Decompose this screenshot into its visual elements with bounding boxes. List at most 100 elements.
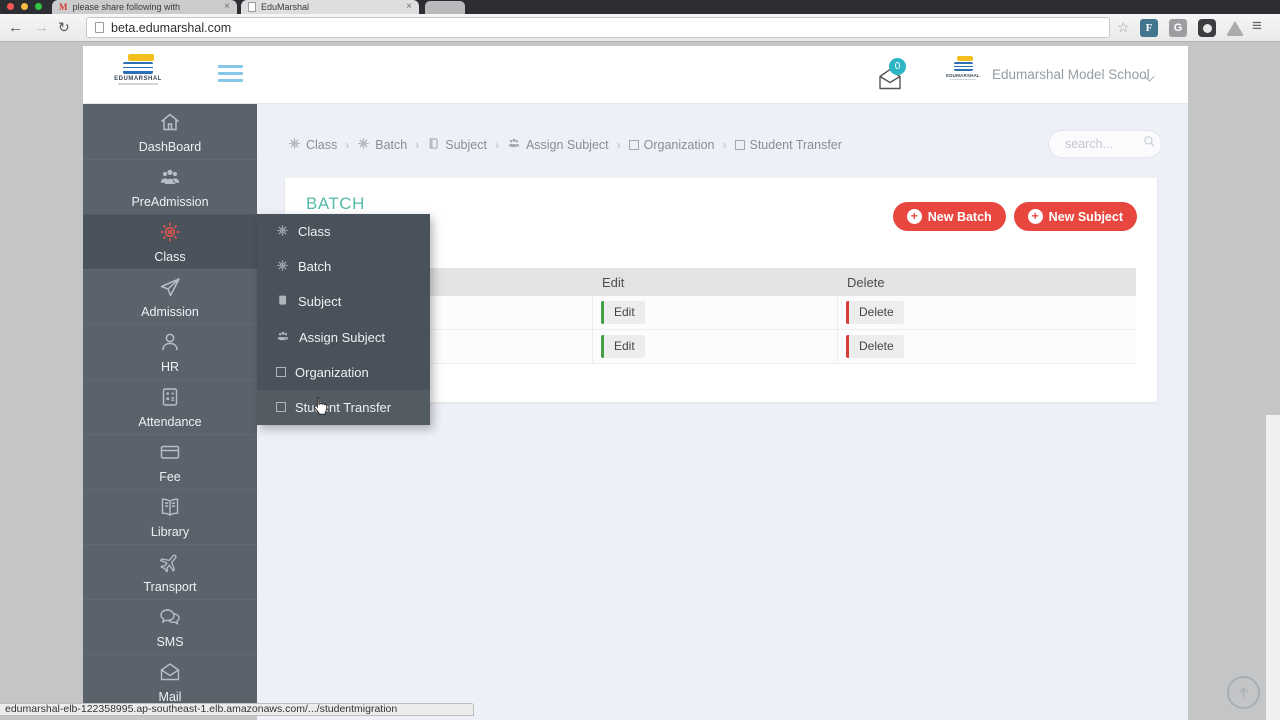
submenu-item-batch[interactable]: Batch <box>257 249 430 284</box>
address-bar[interactable]: beta.edumarshal.com <box>86 17 1110 38</box>
breadcrumb-separator <box>495 138 499 152</box>
book-icon <box>276 294 289 310</box>
moon-icon <box>1202 23 1212 33</box>
close-tab-icon[interactable] <box>224 2 230 12</box>
delete-button[interactable]: Delete <box>846 301 904 324</box>
breadcrumb-label: Organization <box>643 137 715 152</box>
submenu-label: Subject <box>298 294 342 310</box>
extension-dark-icon[interactable] <box>1198 19 1216 37</box>
submenu-label: Batch <box>298 259 332 275</box>
extension-g-icon[interactable] <box>1169 19 1187 37</box>
new-tab-button[interactable] <box>425 1 465 14</box>
back-button[interactable] <box>8 17 23 38</box>
logo-book-blue <box>954 62 973 71</box>
square-icon <box>276 402 286 413</box>
breadcrumb-label: Subject <box>445 137 487 152</box>
close-window-button[interactable] <box>7 3 14 10</box>
tab-title: EduMarshal <box>261 2 310 12</box>
table-header-row: Edit Delete <box>306 268 1136 296</box>
table-row: Edit Delete <box>306 330 1136 364</box>
table-header-edit: Edit <box>602 274 625 290</box>
sidebar-item-preadmission[interactable]: PreAdmission <box>83 159 257 214</box>
person-icon <box>158 330 182 357</box>
sidebar-item-label: Fee <box>159 470 181 484</box>
chat-icon <box>158 605 182 632</box>
reload-button[interactable] <box>58 17 70 38</box>
breadcrumb-item-class[interactable]: Class <box>288 137 337 153</box>
search-box[interactable] <box>1048 130 1162 158</box>
sidebar-item-label: PreAdmission <box>131 195 209 209</box>
edit-button[interactable]: Edit <box>601 335 645 358</box>
plus-icon <box>1027 209 1043 224</box>
close-tab-icon[interactable] <box>406 2 412 12</box>
bookmark-star-icon[interactable] <box>1117 19 1130 36</box>
submenu-item-assign-subject[interactable]: Assign Subject <box>257 320 430 355</box>
sidebar-item-admission[interactable]: Admission <box>83 269 257 324</box>
submenu-item-student-transfer[interactable]: Student Transfer <box>257 389 430 426</box>
submenu-item-class[interactable]: Class <box>257 214 430 249</box>
gmail-icon <box>59 2 68 12</box>
open-book-icon <box>158 495 182 522</box>
sidebar-nav: DashBoard PreAdmission Class Admission H… <box>83 104 257 712</box>
breadcrumb-separator <box>617 138 621 152</box>
status-bar: edumarshal-elb-122358995.ap-southeast-1.… <box>0 703 474 716</box>
gear-icon <box>276 224 289 240</box>
school-selector[interactable]: Edumarshal Model School <box>992 67 1150 82</box>
sidebar-item-library[interactable]: Library <box>83 489 257 544</box>
logo-book-yellow <box>957 56 973 61</box>
search-input[interactable] <box>1063 136 1143 152</box>
chrome-menu-icon[interactable] <box>1252 16 1262 36</box>
button-label: New Subject <box>1048 209 1123 224</box>
sidebar-item-dashboard[interactable]: DashBoard <box>83 104 257 159</box>
table-header-delete: Delete <box>847 274 885 290</box>
search-icon[interactable] <box>1143 135 1156 153</box>
breadcrumb-label: Class <box>306 137 338 152</box>
scrollbar-track[interactable] <box>1266 415 1280 720</box>
square-icon <box>276 367 286 378</box>
breadcrumb: Class Batch Subject <box>288 136 842 153</box>
submenu-item-subject[interactable]: Subject <box>257 284 430 319</box>
browser-tab-gmail[interactable]: please share following with <box>52 0 237 14</box>
sidebar-item-fee[interactable]: Fee <box>83 434 257 489</box>
sidebar-item-hr[interactable]: HR <box>83 324 257 379</box>
new-batch-button[interactable]: New Batch <box>892 202 1006 231</box>
breadcrumb-item-batch[interactable]: Batch <box>357 137 407 153</box>
square-icon <box>628 139 639 150</box>
new-subject-button[interactable]: New Subject <box>1013 202 1137 231</box>
window-controls[interactable] <box>7 3 42 10</box>
sidebar-item-mail[interactable]: Mail <box>83 654 257 709</box>
edumarshal-logo[interactable]: EDUMARSHAL <box>112 54 164 85</box>
breadcrumb-label: Batch <box>375 137 408 152</box>
plus-icon <box>906 209 922 224</box>
sidebar-item-class[interactable]: Class <box>83 214 257 269</box>
square-icon <box>734 139 745 150</box>
card-icon <box>158 440 182 467</box>
delete-button[interactable]: Delete <box>846 335 904 358</box>
forward-button <box>34 17 49 38</box>
sidebar-toggle-icon[interactable] <box>218 65 243 86</box>
zoom-window-button[interactable] <box>35 3 42 10</box>
sidebar-item-transport[interactable]: Transport <box>83 544 257 599</box>
sidebar-item-label: DashBoard <box>138 139 202 154</box>
app-container: EDUMARSHAL 0 EDUMARSHAL Edumarshal Model… <box>83 46 1188 720</box>
breadcrumb-item-organization[interactable]: Organization <box>628 137 715 152</box>
sidebar-item-attendance[interactable]: Attendance <box>83 379 257 434</box>
button-label: New Batch <box>927 209 992 224</box>
users-icon <box>158 165 182 192</box>
page-title: BATCH <box>306 194 365 213</box>
sidebar-item-sms[interactable]: SMS <box>83 599 257 654</box>
breadcrumb-item-subject[interactable]: Subject <box>427 137 487 153</box>
extension-f-icon[interactable] <box>1140 19 1158 37</box>
submenu-item-organization[interactable]: Organization <box>257 355 430 390</box>
drive-extension-icon[interactable] <box>1226 21 1244 36</box>
breadcrumb-item-assign-subject[interactable]: Assign Subject <box>507 136 609 153</box>
page-viewport: EDUMARSHAL 0 EDUMARSHAL Edumarshal Model… <box>0 42 1280 720</box>
breadcrumb-item-student-transfer[interactable]: Student Transfer <box>734 138 842 152</box>
url-text[interactable]: beta.edumarshal.com <box>111 21 231 35</box>
scroll-to-top-button[interactable] <box>1227 676 1260 709</box>
edit-button[interactable]: Edit <box>601 301 645 324</box>
browser-tab-edumarshal[interactable]: EduMarshal <box>241 0 419 14</box>
batch-table: Edit Delete Edit Delete Edit Delete <box>306 268 1136 364</box>
minimize-window-button[interactable] <box>21 3 28 10</box>
mouse-cursor <box>312 396 329 420</box>
